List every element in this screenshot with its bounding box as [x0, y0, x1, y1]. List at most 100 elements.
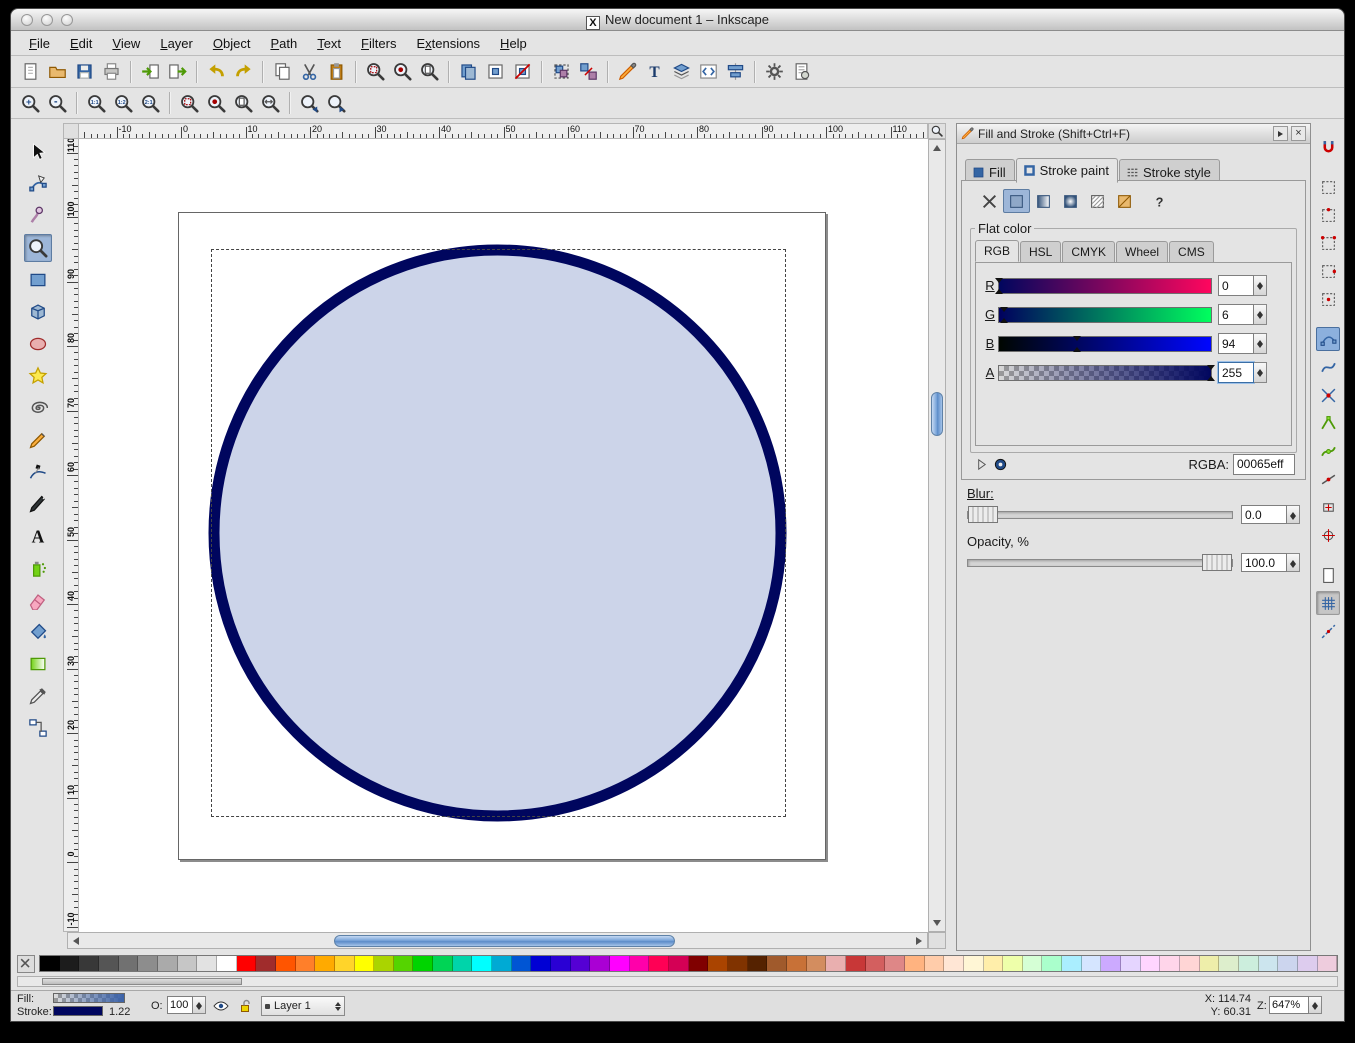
unknown-paint-button[interactable]: ? [1146, 189, 1173, 213]
colorspace-tab-rgb[interactable]: RGB [975, 240, 1019, 262]
zoom-1-2-button[interactable]: 1:2 [110, 90, 137, 116]
palette-swatch[interactable] [1318, 956, 1338, 971]
align-dialog-button[interactable] [722, 59, 749, 85]
calligraphy-tool-button[interactable] [24, 490, 52, 518]
menu-extensions[interactable]: Extensions [406, 33, 490, 54]
no-paint-button[interactable] [976, 189, 1003, 213]
palette-swatch[interactable] [256, 956, 276, 971]
clone-button[interactable] [482, 59, 509, 85]
palette-swatch[interactable] [197, 956, 217, 971]
menu-edit[interactable]: Edit [60, 33, 102, 54]
snap-path-intersection-button[interactable] [1316, 383, 1340, 407]
palette-swatch[interactable] [276, 956, 296, 971]
palette-swatch[interactable] [767, 956, 787, 971]
tweak-tool-button[interactable] [24, 202, 52, 230]
palette-swatch[interactable] [1023, 956, 1043, 971]
snap-path-button[interactable] [1316, 355, 1340, 379]
channel-slider-a[interactable] [998, 365, 1212, 381]
colorspace-tab-hsl[interactable]: HSL [1020, 241, 1061, 263]
channel-slider-b[interactable] [998, 336, 1212, 352]
xml-editor-button[interactable] [695, 59, 722, 85]
color-target-icon[interactable] [993, 457, 1008, 472]
horizontal-scrollbar[interactable] [67, 932, 928, 949]
opacity-spin-buttons[interactable] [1287, 553, 1300, 572]
cut-button[interactable] [296, 59, 323, 85]
panel-close-button[interactable]: × [1291, 126, 1306, 141]
eraser-tool-button[interactable] [24, 586, 52, 614]
flat-color-button[interactable] [1003, 189, 1030, 213]
channel-value-r[interactable] [1218, 275, 1254, 296]
blur-input[interactable] [1241, 505, 1287, 524]
palette-swatch[interactable] [1200, 956, 1220, 971]
dialog-header[interactable]: Fill and Stroke (Shift+Ctrl+F) × [957, 124, 1310, 144]
scroll-up-button[interactable] [929, 140, 945, 156]
palette-swatch[interactable] [453, 956, 473, 971]
palette-swatch[interactable] [1141, 956, 1161, 971]
menu-filters[interactable]: Filters [351, 33, 406, 54]
zoom-spin-buttons[interactable] [1309, 996, 1322, 1014]
vertical-scroll-thumb[interactable] [931, 392, 943, 436]
palette-swatch[interactable] [1278, 956, 1298, 971]
colorspace-tab-wheel[interactable]: Wheel [1116, 241, 1168, 263]
channel-spin-g[interactable] [1254, 304, 1267, 325]
palette-swatch[interactable] [925, 956, 945, 971]
palette-swatch[interactable] [531, 956, 551, 971]
palette-swatch[interactable] [866, 956, 886, 971]
palette-scroll-thumb[interactable] [42, 978, 242, 985]
snap-rotation-center-button[interactable] [1316, 523, 1340, 547]
zoom-fit-drawing-button[interactable] [389, 59, 416, 85]
palette-scrollbar[interactable] [17, 976, 1338, 987]
snap-line-midpoint-button[interactable] [1316, 467, 1340, 491]
node-editor-tool-button[interactable] [24, 170, 52, 198]
blur-spin-buttons[interactable] [1287, 505, 1300, 524]
zoom-in-button[interactable]: + [17, 90, 44, 116]
palette-swatch[interactable] [630, 956, 650, 971]
pencil-tool-button[interactable] [24, 426, 52, 454]
palette-swatch[interactable] [138, 956, 158, 971]
palette-swatch[interactable] [512, 956, 532, 971]
dropper-tool-button[interactable] [24, 682, 52, 710]
radial-gradient-button[interactable] [1057, 189, 1084, 213]
text-tool-button[interactable]: A [24, 522, 52, 550]
no-color-swatch[interactable] [17, 955, 35, 973]
channel-value-g[interactable] [1218, 304, 1254, 325]
scroll-right-button[interactable] [911, 933, 927, 949]
palette-swatch[interactable] [807, 956, 827, 971]
palette-swatch[interactable] [1259, 956, 1279, 971]
redo-button[interactable] [230, 59, 257, 85]
tab-stroke-paint[interactable]: Stroke paint [1016, 158, 1118, 183]
fill-stroke-dialog-button[interactable] [614, 59, 641, 85]
object-opacity-input[interactable] [167, 996, 193, 1014]
palette-swatch[interactable] [99, 956, 119, 971]
titlebar[interactable]: XNew document 1 – Inkscape [11, 9, 1344, 31]
zoom-1-1-button[interactable]: 1:1 [83, 90, 110, 116]
document-new-button[interactable] [17, 59, 44, 85]
palette-swatch[interactable] [119, 956, 139, 971]
print-button[interactable] [98, 59, 125, 85]
palette-swatch[interactable] [335, 956, 355, 971]
snap-smooth-node-button[interactable] [1316, 439, 1340, 463]
palette-swatch[interactable] [60, 956, 80, 971]
rgba-input[interactable] [1233, 454, 1295, 475]
vertical-scrollbar[interactable] [928, 139, 946, 932]
sticky-zoom-button[interactable] [928, 123, 946, 139]
star-tool-button[interactable] [24, 362, 52, 390]
document-save-button[interactable] [71, 59, 98, 85]
palette-swatch[interactable] [1082, 956, 1102, 971]
paste-button[interactable] [323, 59, 350, 85]
export-button[interactable] [164, 59, 191, 85]
bezier-pen-tool-button[interactable] [24, 458, 52, 486]
layers-dialog-button[interactable] [668, 59, 695, 85]
palette-swatch[interactable] [1298, 956, 1318, 971]
palette-swatch[interactable] [964, 956, 984, 971]
palette-swatch[interactable] [590, 956, 610, 971]
snap-toggle-button[interactable] [1316, 135, 1340, 159]
palette-swatch[interactable] [551, 956, 571, 971]
palette-swatch[interactable] [472, 956, 492, 971]
zoom-fit-drawing-button[interactable] [203, 90, 230, 116]
selector-tool-button[interactable] [24, 138, 52, 166]
opacity-input[interactable] [1241, 553, 1287, 572]
palette-swatch[interactable] [1062, 956, 1082, 971]
stroke-swatch[interactable] [53, 1006, 103, 1016]
colorspace-tab-cms[interactable]: CMS [1169, 241, 1214, 263]
